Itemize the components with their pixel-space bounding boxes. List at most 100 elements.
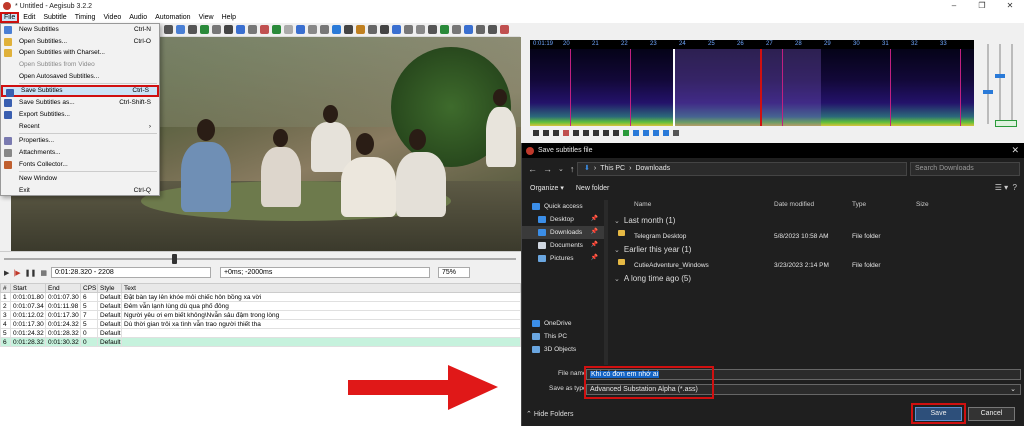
menu-video[interactable]: Video	[99, 12, 125, 23]
forward-icon[interactable]: →	[543, 164, 552, 174]
menu-file[interactable]: File	[0, 12, 20, 23]
grid-column-header[interactable]: End	[45, 283, 81, 293]
toolbar-tool-icon[interactable]	[380, 25, 389, 34]
grid-column-header[interactable]: CPS	[80, 283, 98, 293]
grid-row[interactable]: 4 0:01:17.30 0:01:24.32 5 Default Dù thời gia…	[0, 319, 521, 329]
audio-display[interactable]: 0:01:19 20 21 22 23 24 25 26 27 28 29 30 31 32 33	[527, 37, 977, 140]
menu-subtitle[interactable]: Subtitle	[39, 12, 70, 23]
file-menu-item[interactable]: Save Subtitles as... Ctrl-Shift-S	[1, 97, 159, 109]
file-group-header[interactable]: ⌄ Last month (1)	[614, 216, 675, 225]
nav-item[interactable]: This PC	[522, 330, 604, 343]
audio-zoom-thumb[interactable]	[983, 90, 993, 94]
audio-zoom-slider[interactable]	[987, 44, 989, 124]
toolbar-tool-icon[interactable]	[440, 25, 449, 34]
cancel-button[interactable]: Cancel	[968, 407, 1015, 421]
toolbar-tool-icon[interactable]	[320, 25, 329, 34]
play-icon[interactable]: ▶	[4, 269, 9, 277]
column-name[interactable]: Name	[634, 198, 651, 211]
zoom-select[interactable]: 75%	[437, 267, 470, 278]
address-bar[interactable]: ⬇ › This PC › Downloads	[577, 162, 907, 176]
audio-spectrum[interactable]	[530, 49, 974, 126]
file-menu-item[interactable]: Export Subtitles...	[1, 109, 159, 121]
file-row[interactable]: Telegram Desktop 5/8/2023 10:58 AM File fo…	[610, 230, 1023, 243]
nav-item[interactable]: Pictures 📌	[522, 252, 604, 265]
toolbar-tool-icon[interactable]	[488, 25, 497, 34]
menu-timing[interactable]: Timing	[71, 12, 100, 23]
audio-volume-slider[interactable]	[999, 44, 1001, 124]
new-folder-button[interactable]: New folder	[576, 185, 609, 192]
toolbar-tool-icon[interactable]	[428, 25, 437, 34]
column-date-modified[interactable]: Date modified	[774, 198, 814, 211]
file-menu-item[interactable]: Attachments...	[1, 147, 159, 159]
file-menu-item[interactable]: Open Subtitles with Charset...	[1, 47, 159, 59]
close-button[interactable]: ✕	[996, 0, 1024, 12]
file-menu-item[interactable]: Recent ›	[1, 121, 159, 133]
grid-row[interactable]: 1 0:01:01.80 0:01:07.30 6 Default Đặt bàn tay…	[0, 292, 521, 302]
nav-item[interactable]: 3D Objects	[522, 343, 604, 356]
toolbar-tool-icon[interactable]	[200, 25, 209, 34]
seek-thumb[interactable]	[172, 254, 177, 264]
audio-control-icon[interactable]	[613, 130, 619, 136]
dialog-close-icon[interactable]: ✕	[1011, 145, 1019, 156]
file-row[interactable]: CutieAdventure_Windows 3/23/2023 2:14 PM F…	[610, 259, 1023, 272]
toolbar-tool-icon[interactable]	[272, 25, 281, 34]
toolbar-tool-icon[interactable]	[188, 25, 197, 34]
nav-item[interactable]: Documents 📌	[522, 239, 604, 252]
grid-row[interactable]: 5 0:01:24.32 0:01:28.32 0 Default	[0, 328, 521, 338]
audio-selection[interactable]	[673, 49, 821, 126]
toolbar-tool-icon[interactable]	[164, 25, 173, 34]
view-options-icon[interactable]: ☰ ▾ ?	[995, 183, 1017, 192]
toolbar-tool-icon[interactable]	[392, 25, 401, 34]
menu-view[interactable]: View	[195, 12, 218, 23]
grid-column-header[interactable]: #	[0, 283, 11, 293]
file-menu-item[interactable]: Exit Ctrl-Q	[1, 185, 159, 197]
minimize-button[interactable]: –	[940, 0, 968, 12]
toolbar-tool-icon[interactable]	[176, 25, 185, 34]
grid-row[interactable]: 2 0:01:07.34 0:01:11.98 5 Default Đêm vẫn lạn…	[0, 301, 521, 311]
search-input[interactable]: Search Downloads	[910, 162, 1020, 176]
toolbar-tool-icon[interactable]	[404, 25, 413, 34]
toolbar-tool-icon[interactable]	[476, 25, 485, 34]
breadcrumb-downloads[interactable]: Downloads	[635, 163, 670, 175]
file-menu-item[interactable]: Properties...	[1, 135, 159, 147]
toolbar-tool-icon[interactable]	[248, 25, 257, 34]
toolbar-tool-icon[interactable]	[260, 25, 269, 34]
toolbar-tool-icon[interactable]	[356, 25, 365, 34]
file-menu-item[interactable]: Fonts Collector...	[1, 159, 159, 171]
play-line-icon[interactable]: |▶	[13, 269, 20, 277]
hide-folders-toggle[interactable]: ⌃ Hide Folders	[526, 410, 574, 418]
audio-control-icon[interactable]	[553, 130, 559, 136]
toolbar-tool-icon[interactable]	[344, 25, 353, 34]
audio-control-icon[interactable]	[573, 130, 579, 136]
audio-control-icon[interactable]	[673, 130, 679, 136]
nav-item[interactable]: Downloads 📌	[522, 226, 604, 239]
toolbar-tool-icon[interactable]	[368, 25, 377, 34]
audio-control-icon[interactable]	[633, 130, 639, 136]
link-toggle-icon[interactable]	[995, 120, 1017, 127]
breadcrumb-this-pc[interactable]: This PC	[600, 163, 625, 175]
audio-control-icon[interactable]	[583, 130, 589, 136]
nav-scrollbar[interactable]	[604, 200, 608, 365]
file-group-header[interactable]: ⌄ A long time ago (5)	[614, 274, 691, 283]
audio-control-icon[interactable]	[533, 130, 539, 136]
video-seek-bar[interactable]	[0, 251, 521, 265]
toolbar-tool-icon[interactable]	[296, 25, 305, 34]
grid-column-header[interactable]: Start	[10, 283, 46, 293]
file-group-header[interactable]: ⌄ Earlier this year (1)	[614, 245, 691, 254]
grid-column-header[interactable]: Style	[97, 283, 122, 293]
toolbar-tool-icon[interactable]	[332, 25, 341, 34]
toolbar-tool-icon[interactable]	[212, 25, 221, 34]
audio-control-icon[interactable]	[623, 130, 629, 136]
menu-edit[interactable]: Edit	[19, 12, 39, 23]
file-menu-item[interactable]: New Window	[1, 173, 159, 185]
audio-vertical-zoom-slider[interactable]	[1011, 44, 1013, 124]
grid-row[interactable]: 6 0:01:28.32 0:01:30.32 0 Default	[0, 337, 521, 347]
maximize-button[interactable]: ❐	[968, 0, 996, 12]
history-chevron-icon[interactable]: ⌄	[558, 165, 564, 173]
organize-button[interactable]: Organize ▾	[530, 184, 564, 192]
audio-volume-thumb[interactable]	[995, 74, 1005, 78]
audio-control-icon[interactable]	[663, 130, 669, 136]
file-menu-item[interactable]: Open Autosaved Subtitles...	[1, 71, 159, 83]
toolbar-tool-icon[interactable]	[464, 25, 473, 34]
nav-item[interactable]: Desktop 📌	[522, 213, 604, 226]
